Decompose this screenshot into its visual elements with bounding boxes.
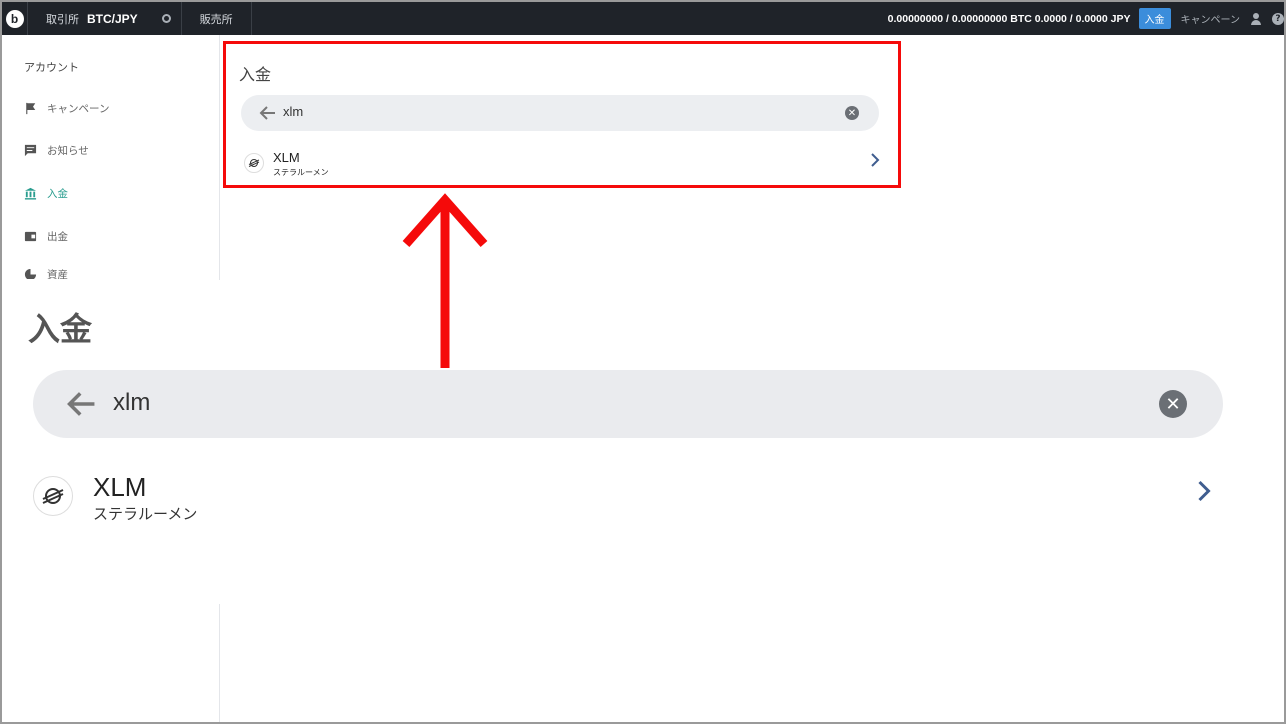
sidebar: アカウント キャンペーン お知らせ 入金 出金 資産: [2, 35, 220, 280]
search-field[interactable]: xlm ✕: [241, 95, 879, 131]
campaign-link[interactable]: キャンペーン: [1181, 11, 1241, 26]
sidebar-item-campaign[interactable]: キャンペーン: [24, 101, 109, 116]
zoomed-page-title: 入金: [28, 310, 93, 348]
back-arrow-icon[interactable]: [66, 388, 98, 420]
clear-icon[interactable]: ✕: [1159, 390, 1187, 418]
sidebar-heading: アカウント: [24, 61, 79, 74]
flag-icon: [26, 102, 36, 115]
sales-label: 販売所: [199, 12, 233, 26]
deposit-button[interactable]: 入金: [1138, 8, 1171, 29]
page-title: 入金: [239, 65, 272, 84]
balance-readout: 0.00000000 / 0.00000000 BTC 0.0000 / 0.0…: [887, 12, 1131, 25]
exchange-label: 取引所: [46, 12, 79, 26]
zoomed-search-input[interactable]: xlm: [113, 389, 150, 417]
app-logo[interactable]: b: [2, 2, 28, 35]
coin-symbol: XLM: [273, 150, 300, 165]
message-icon: [24, 144, 37, 157]
sidebar-item-withdraw[interactable]: 出金: [24, 229, 68, 244]
sidebar-item-label: 出金: [47, 231, 68, 243]
annotation-arrow-icon: [402, 193, 488, 368]
sidebar-item-label: お知らせ: [47, 145, 89, 157]
sidebar-item-label: キャンペーン: [47, 103, 110, 115]
search-input[interactable]: xlm: [283, 104, 303, 119]
sidebar-item-label: 資産: [47, 269, 68, 279]
stellar-logo-icon: [33, 476, 73, 516]
sidebar-item-news[interactable]: お知らせ: [24, 143, 89, 158]
zoomed-search-field[interactable]: xlm ✕: [33, 370, 1223, 438]
help-icon[interactable]: ?: [1272, 12, 1284, 25]
zoomed-list-item[interactable]: XLM ステラルーメン: [33, 470, 1223, 530]
sidebar-item-label: 入金: [47, 188, 68, 200]
chevron-right-icon: [871, 153, 880, 167]
sidebar-item-deposit[interactable]: 入金: [24, 186, 68, 201]
back-arrow-icon[interactable]: [259, 104, 277, 122]
pie-chart-icon: [24, 269, 37, 279]
sidebar-divider: [219, 604, 220, 722]
top-nav-bar: b 取引所 BTC/JPY 販売所 0.00000000 / 0.0000000…: [2, 2, 1284, 35]
user-icon[interactable]: [1250, 12, 1262, 25]
logo-icon: b: [5, 9, 24, 28]
sidebar-item-assets[interactable]: 資産: [24, 269, 68, 279]
exchange-selector[interactable]: 取引所 BTC/JPY: [28, 2, 182, 35]
bank-icon: [24, 187, 37, 200]
coin-name: ステラルーメン: [273, 168, 329, 177]
coin-name: ステラルーメン: [93, 505, 198, 523]
coin-symbol: XLM: [93, 472, 147, 502]
stellar-logo-icon: [244, 153, 264, 173]
pair-label: BTC/JPY: [87, 11, 138, 26]
sales-tab[interactable]: 販売所: [182, 2, 252, 35]
list-item[interactable]: XLM ステラルーメン: [241, 144, 881, 182]
chevron-right-icon: [1198, 480, 1211, 502]
wallet-icon: [24, 231, 37, 242]
dropdown-icon[interactable]: [161, 14, 171, 23]
clear-icon[interactable]: ✕: [845, 106, 859, 120]
deposit-panel-highlighted: 入金 xlm ✕ XLM ステラルーメン: [223, 41, 901, 188]
